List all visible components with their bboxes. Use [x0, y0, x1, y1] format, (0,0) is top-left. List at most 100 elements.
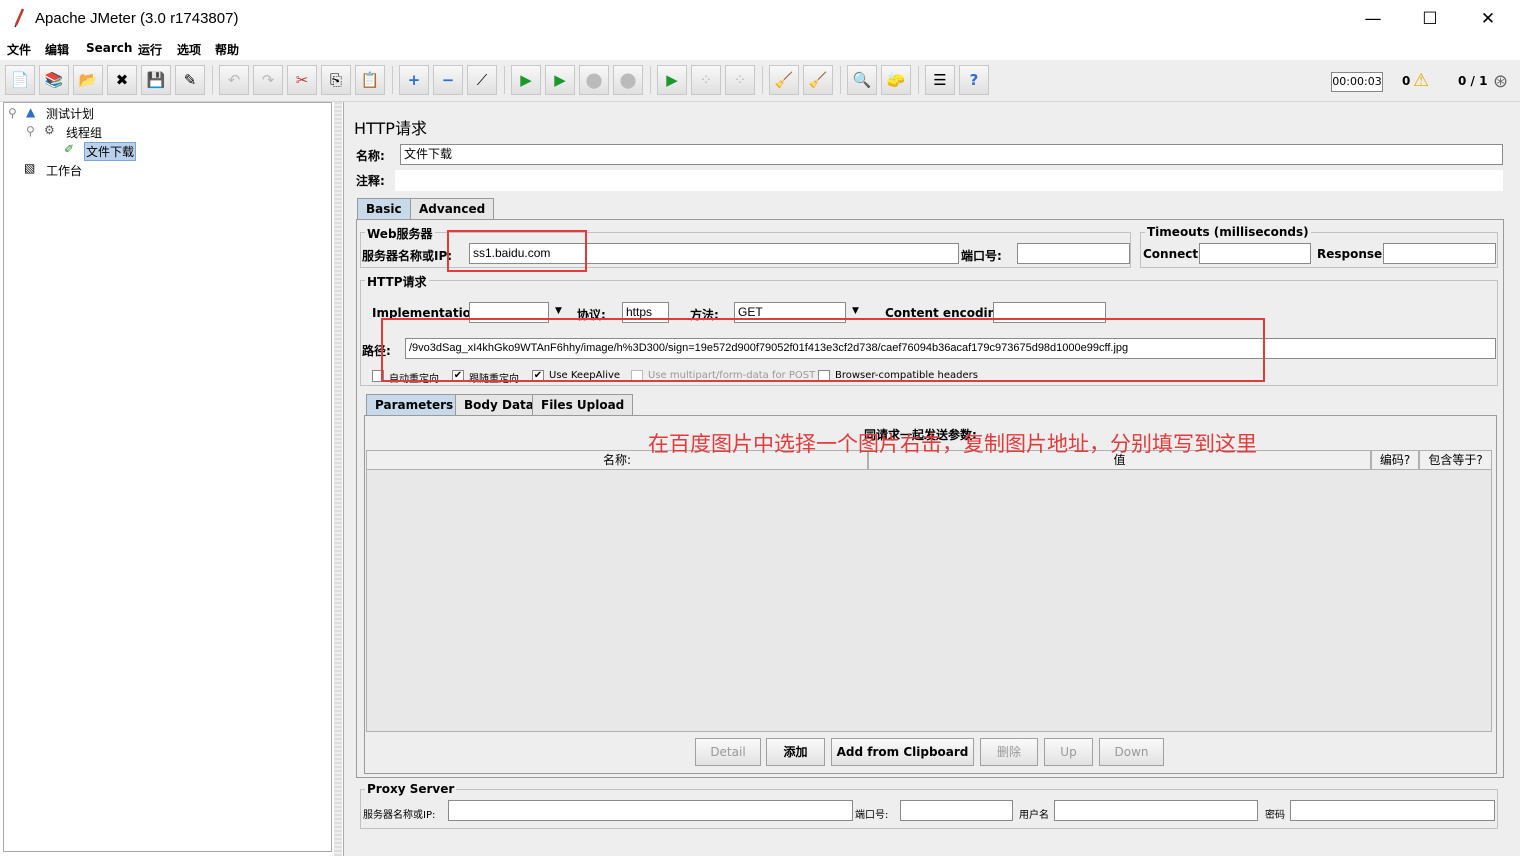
proxy-host-label: 服务器名称或IP:	[363, 810, 436, 821]
proxy-title: Proxy Server	[365, 782, 457, 796]
close-file-icon[interactable]: ✖	[107, 65, 137, 95]
warning-count: 0	[1402, 74, 1411, 88]
search-icon[interactable]: 🔍	[847, 65, 877, 95]
connect-label: Connect:	[1143, 247, 1203, 261]
menu-search[interactable]: Search	[86, 41, 132, 55]
start-no-pauses-icon[interactable]: ▶	[545, 65, 575, 95]
annotation-box-path	[381, 318, 1265, 382]
gear-icon: ⚙	[44, 123, 55, 137]
shutdown-icon[interactable]: ⬤	[613, 65, 643, 95]
stop-icon[interactable]: ⬤	[579, 65, 609, 95]
remote-status-icon: ⊛	[1493, 71, 1509, 92]
response-label: Response:	[1317, 247, 1387, 261]
tab-basic[interactable]: Basic	[357, 198, 411, 219]
remote-shutdown-icon[interactable]: ⁘	[725, 65, 755, 95]
active-threads: 0 / 1	[1458, 74, 1488, 88]
add-button[interactable]: 添加	[766, 738, 825, 766]
down-button[interactable]: Down	[1099, 738, 1164, 766]
port-field[interactable]	[1017, 243, 1130, 264]
name-field[interactable]: 文件下载	[400, 144, 1503, 165]
tree-node-test-plan[interactable]: 测试计划	[46, 105, 94, 122]
up-button[interactable]: Up	[1044, 738, 1093, 766]
warning-icon[interactable]: ⚠	[1413, 70, 1429, 91]
response-timeout-field[interactable]	[1383, 243, 1496, 264]
tree-node-sampler[interactable]: 文件下载	[84, 142, 137, 161]
connect-timeout-field[interactable]	[1199, 243, 1311, 264]
test-tree: ⚲ ▲ 测试计划 ⚲ ⚙ 线程组 ✐ 文件下载 ▧ 工作台	[3, 102, 332, 852]
add-from-clipboard-button[interactable]: Add from Clipboard	[831, 738, 974, 766]
pane-splitter[interactable]	[334, 102, 342, 856]
tree-toggle-icon[interactable]: ⚲	[26, 124, 35, 138]
proxy-password-label: 密码	[1265, 810, 1285, 821]
comment-field[interactable]	[395, 170, 1503, 191]
menu-help[interactable]: 帮助	[215, 41, 239, 58]
feather-icon	[12, 8, 26, 28]
tree-node-thread-group[interactable]: 线程组	[66, 124, 102, 141]
proxy-port-label: 端口号:	[855, 810, 889, 821]
annotation-text: 在百度图片中选择一个图片右击，复制图片地址，分别填写到这里	[648, 432, 1257, 456]
menu-run[interactable]: 运行	[138, 41, 162, 58]
open-icon[interactable]: 📂	[73, 65, 103, 95]
proxy-password-field[interactable]	[1290, 800, 1495, 821]
toolbar: 📄 📚 📂 ✖ 💾 ✎ ↶ ↷ ✂ ⎘ 📋 + − ⟋ ▶ ▶ ⬤ ⬤ ▶ ⁘ …	[0, 60, 1520, 102]
menu-options[interactable]: 选项	[177, 41, 201, 58]
clear-icon[interactable]: 🧹	[769, 65, 799, 95]
new-icon[interactable]: 📄	[5, 65, 35, 95]
http-request-title: HTTP请求	[365, 273, 429, 290]
close-button[interactable]: ✕	[1465, 6, 1511, 32]
remote-start-icon[interactable]: ▶	[657, 65, 687, 95]
collapse-icon[interactable]: −	[433, 65, 463, 95]
proxy-port-field[interactable]	[900, 800, 1013, 821]
save-as-icon[interactable]: ✎	[175, 65, 205, 95]
workbench-icon: ▧	[24, 161, 36, 175]
column-header-encode[interactable]: 编码?	[1371, 450, 1419, 470]
menu-bar: 文件 编辑 Search 运行 选项 帮助	[0, 38, 1520, 60]
expand-icon[interactable]: +	[399, 65, 429, 95]
remote-stop-icon[interactable]: ⁘	[691, 65, 721, 95]
menu-edit[interactable]: 编辑	[45, 41, 69, 58]
name-label: 名称:	[356, 149, 385, 163]
undo-icon[interactable]: ↶	[219, 65, 249, 95]
port-label: 端口号:	[961, 249, 1002, 263]
http-request-panel: HTTP请求 名称: 文件下载 注释: Basic Advanced Web服务…	[343, 102, 1520, 856]
timeouts-title: Timeouts (milliseconds)	[1145, 225, 1311, 239]
templates-icon[interactable]: 📚	[39, 65, 69, 95]
proxy-host-field[interactable]	[448, 800, 853, 821]
reset-search-icon[interactable]: 🧽	[881, 65, 911, 95]
test-plan-icon: ▲	[26, 105, 36, 119]
tree-node-workbench[interactable]: 工作台	[46, 162, 82, 179]
delete-button[interactable]: 删除	[980, 738, 1038, 766]
tab-advanced[interactable]: Advanced	[410, 198, 495, 219]
web-server-title: Web服务器	[365, 225, 435, 242]
column-header-include-equals[interactable]: 包含等于?	[1419, 450, 1492, 470]
elapsed-timer: 00:00:03	[1331, 72, 1383, 92]
comment-label: 注释:	[356, 174, 385, 188]
copy-icon[interactable]: ⎘	[321, 65, 351, 95]
title-bar: Apache JMeter (3.0 r1743807) — ☐ ✕	[0, 0, 1520, 38]
clear-all-icon[interactable]: 🧹	[803, 65, 833, 95]
params-table-body[interactable]	[366, 470, 1492, 732]
help-icon[interactable]: ?	[959, 65, 989, 95]
function-helper-icon[interactable]: ☰	[925, 65, 955, 95]
save-icon[interactable]: 💾	[141, 65, 171, 95]
cut-icon[interactable]: ✂	[287, 65, 317, 95]
tab-parameters[interactable]: Parameters	[366, 394, 463, 415]
minimize-button[interactable]: —	[1350, 6, 1396, 32]
toggle-icon[interactable]: ⟋	[467, 65, 497, 95]
start-icon[interactable]: ▶	[511, 65, 541, 95]
proxy-user-label: 用户名	[1019, 810, 1049, 821]
pipette-icon: ✐	[64, 142, 75, 156]
host-label: 服务器名称或IP:	[362, 249, 453, 263]
annotation-box-host	[447, 230, 587, 272]
proxy-user-field[interactable]	[1054, 800, 1258, 821]
tab-files-upload[interactable]: Files Upload	[532, 394, 634, 415]
paste-icon[interactable]: 📋	[355, 65, 385, 95]
tree-toggle-icon[interactable]: ⚲	[8, 106, 17, 120]
detail-button[interactable]: Detail	[695, 738, 761, 766]
maximize-button[interactable]: ☐	[1407, 6, 1453, 32]
menu-file[interactable]: 文件	[7, 41, 31, 58]
window-title: Apache JMeter (3.0 r1743807)	[35, 10, 239, 27]
panel-title: HTTP请求	[354, 119, 427, 138]
redo-icon[interactable]: ↷	[253, 65, 283, 95]
tab-body-data[interactable]: Body Data	[455, 394, 543, 415]
